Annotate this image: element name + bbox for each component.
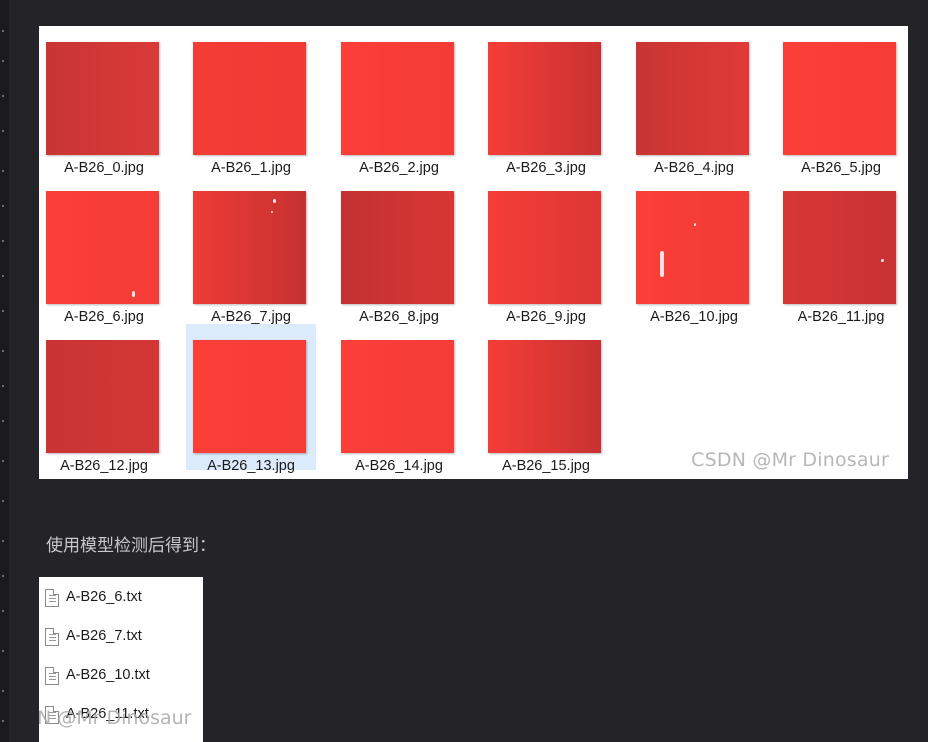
thumbnail-tile[interactable]: A-B26_14.jpg [334,324,464,474]
thumbnail-tile[interactable]: A-B26_8.jpg [334,175,464,325]
thumbnail-filename: A-B26_8.jpg [359,309,439,325]
thumbnail-filename: A-B26_12.jpg [60,458,148,474]
edge-dot [2,720,4,722]
thumbnail-tile[interactable]: A-B26_4.jpg [629,26,759,176]
thumbnail-filename: A-B26_11.jpg [797,309,885,325]
edge-dot [2,690,4,692]
thumbnail-image [636,42,749,155]
thumbnail-tile[interactable]: A-B26_7.jpg [186,175,316,325]
edge-dot [2,460,4,462]
thumbnail-filename: A-B26_6.jpg [64,309,144,325]
thumbnail-filename: A-B26_0.jpg [64,160,144,176]
thumbnail-image [46,191,159,304]
csdn-watermark-partial: N @Mr Dinosaur [39,707,192,729]
thumbnail-tile[interactable]: A-B26_0.jpg [39,26,169,176]
thumbnail-filename: A-B26_15.jpg [502,458,590,474]
edge-dot [2,650,4,652]
thumbnail-tile[interactable]: A-B26_10.jpg [629,175,759,325]
thumbnail-filename: A-B26_14.jpg [355,458,443,474]
edge-dot [2,130,4,132]
thumbnail-tile[interactable]: A-B26_9.jpg [481,175,611,325]
edge-dot [2,275,4,277]
thumbnail-image [488,340,601,453]
edge-dot [2,610,4,612]
text-file-icon [45,667,59,685]
txt-file-list: A-B26_11.txt A-B26_10.txt A-B26_7.txt A-B26… [39,577,203,742]
defect-mark [271,211,273,213]
thumbnail-filename: A-B26_2.jpg [359,160,439,176]
thumbnail-image [783,42,896,155]
csdn-watermark: CSDN @Mr Dinosaur [691,449,889,471]
file-name: A-B26_6.txt [66,589,142,605]
defect-mark [132,291,135,297]
defect-mark [273,199,276,203]
detection-caption: 使用模型检测后得到： [46,536,216,556]
edge-dot [2,500,4,502]
image-thumbnail-grid: A-B26_15.jpg A-B26_14.jpg A-B26_13.jpg A-B2… [39,26,908,479]
thumbnail-filename: A-B26_9.jpg [506,309,586,325]
thumbnail-tile[interactable]: A-B26_11.jpg [776,175,906,325]
edge-dot [2,540,4,542]
thumbnail-filename: A-B26_4.jpg [654,160,734,176]
edge-dot [2,350,4,352]
thumbnail-tile[interactable]: A-B26_2.jpg [334,26,464,176]
thumbnail-filename: A-B26_5.jpg [801,160,881,176]
edge-dot [2,205,4,207]
thumbnail-image [46,340,159,453]
thumbnail-tile[interactable]: A-B26_15.jpg [481,324,611,474]
thumbnail-filename: A-B26_13.jpg [207,458,295,474]
defect-mark [694,223,696,226]
edge-dot [2,310,4,312]
file-list-item[interactable]: A-B26_7.txt [43,626,203,650]
edge-dot [2,95,4,97]
thumbnail-tile[interactable]: A-B26_1.jpg [186,26,316,176]
file-name: A-B26_10.txt [66,667,150,683]
thumbnail-filename: A-B26_7.jpg [211,309,291,325]
defect-mark [881,259,884,262]
defect-mark [660,251,664,277]
thumbnail-tile[interactable]: A-B26_12.jpg [39,324,169,474]
thumbnail-image [46,42,159,155]
edge-dot [2,385,4,387]
file-list-item[interactable]: A-B26_10.txt [43,665,203,689]
left-edge-strip [0,0,9,742]
edge-dot [2,170,4,172]
file-name: A-B26_7.txt [66,628,142,644]
thumbnail-tile[interactable]: A-B26_5.jpg [776,26,906,176]
file-list-item[interactable]: A-B26_6.txt [43,587,203,611]
thumbnail-tile[interactable]: A-B26_3.jpg [481,26,611,176]
edge-dot [2,240,4,242]
edge-dot [2,30,4,32]
thumbnail-image [783,191,896,304]
edge-dot [2,420,4,422]
thumbnail-filename: A-B26_1.jpg [211,160,291,176]
thumbnail-image [488,42,601,155]
thumbnail-filename: A-B26_3.jpg [506,160,586,176]
text-file-icon [45,628,59,646]
page: A-B26_15.jpg A-B26_14.jpg A-B26_13.jpg A-B2… [0,0,928,742]
thumbnail-image [193,42,306,155]
text-file-icon [45,589,59,607]
thumbnail-image [636,191,749,304]
thumbnail-image [193,340,306,453]
thumbnail-tile[interactable]: A-B26_6.jpg [39,175,169,325]
thumbnail-tile[interactable]: A-B26_13.jpg [186,324,316,474]
thumbnail-image [341,340,454,453]
edge-dot [2,575,4,577]
thumbnail-image [341,42,454,155]
thumbnail-filename: A-B26_10.jpg [650,309,738,325]
thumbnail-image [488,191,601,304]
edge-dot [2,60,4,62]
thumbnail-image [341,191,454,304]
thumbnail-image [193,191,306,304]
